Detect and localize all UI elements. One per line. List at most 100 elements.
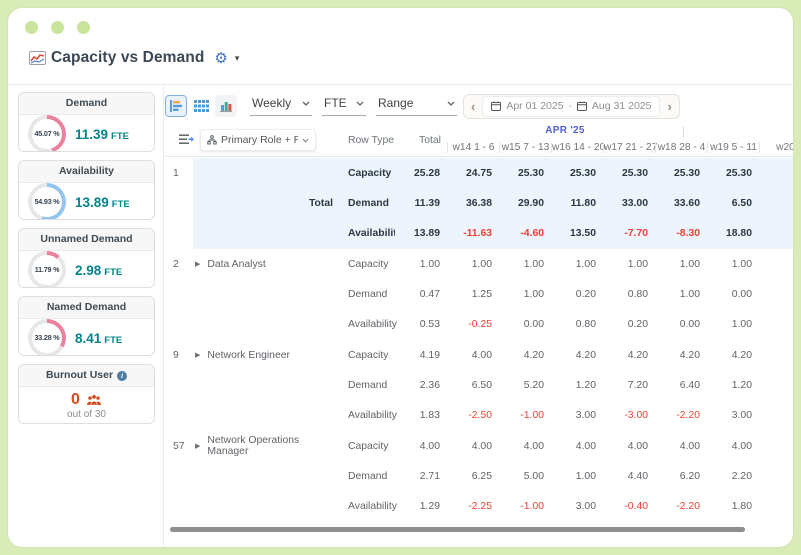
chevron-down-icon: [302, 138, 309, 143]
column-header-total: Total: [419, 135, 441, 146]
window-dot[interactable]: [51, 21, 64, 34]
table-header: Primary Role + Resource... Row Type Tota…: [165, 124, 793, 157]
value-cell: 5.00: [523, 470, 544, 482]
period-select-value: Weekly: [252, 96, 292, 110]
unit-select[interactable]: FTE: [322, 96, 366, 116]
clipped-week-cell: [759, 249, 793, 279]
chevron-down-icon: [447, 101, 455, 106]
grid-view-button[interactable]: [190, 95, 212, 117]
value-cell: -2.20: [676, 501, 700, 513]
kpi-card-title: Unnamed Demand: [19, 229, 154, 251]
group-name-cell: [193, 370, 343, 400]
info-icon[interactable]: i: [117, 370, 128, 381]
kpi-percent: 54.93 %: [34, 197, 60, 206]
row-number: [165, 461, 193, 491]
date-range-start: Apr 01 2025: [506, 100, 564, 112]
expand-arrow-icon[interactable]: ▶: [195, 260, 200, 268]
table-row: Demand 0.47 1.25 1.00 0.20 0.80 1.00 0.00: [165, 279, 793, 309]
clipped-week-cell: [759, 461, 793, 491]
value-cell: 24.75: [447, 158, 499, 189]
group-name-cell: [193, 492, 343, 522]
group-name-cell: ▶ Network Engineer: [193, 340, 343, 370]
table-row: 57 ▶ Network Operations Manager Capacity 4.0…: [165, 431, 793, 461]
prev-period-button[interactable]: ‹: [468, 100, 478, 113]
row-number: [165, 279, 193, 309]
settings-gear-icon[interactable]: ⚙: [214, 51, 227, 66]
value-cell: 0.80: [575, 319, 596, 331]
kpi-sidebar: Demand 45.07 % 11.39 FTE Availability 54.93 %…: [18, 92, 155, 424]
value-cell: 4.20: [627, 349, 648, 361]
value-cell: 1.00: [575, 258, 596, 270]
value-cell: 4.40: [627, 470, 648, 482]
table-group: 2 ▶ Data Analyst Capacity 1.00 1.00 1.00 1.00 1.…: [165, 249, 793, 340]
group-name-cell: Total: [193, 188, 343, 219]
kpi-donut: 33.28 %: [28, 318, 66, 355]
kpi-donut-center: 45.07 %: [32, 118, 62, 149]
value-cell: 2.36: [419, 379, 440, 391]
chevron-down-icon: [356, 101, 364, 106]
value-cell: 6.50: [707, 188, 759, 219]
window-dot[interactable]: [25, 21, 38, 34]
period-select[interactable]: Weekly: [250, 96, 312, 116]
month-separator: [683, 126, 684, 138]
table-row: Demand 2.71 6.25 5.00 1.00 4.40 6.20 2.20: [165, 461, 793, 491]
table-body: 1 Capacity 25.28 24.75 25.30 25.30 25.30 25.30 2…: [165, 158, 793, 522]
value-cell: 5.20: [523, 379, 544, 391]
value-cell: 25.30: [655, 158, 707, 189]
date-range-picker: ‹ Apr 01 2025 - Aug 31 2025 ›: [463, 93, 680, 119]
row-type-cell: Capacity: [348, 349, 389, 361]
window-dot[interactable]: [77, 21, 90, 34]
value-cell: -1.00: [520, 501, 544, 513]
value-cell: -2.25: [468, 501, 492, 513]
value-cell: -2.20: [676, 410, 700, 422]
row-type-cell: Demand: [348, 288, 388, 300]
value-cell: 1.83: [419, 410, 440, 422]
week-column-header: w18 28 - 4: [655, 142, 707, 153]
page-title: Capacity vs Demand: [51, 49, 205, 66]
burnout-card: Burnout User i 0 out of 30: [18, 364, 155, 424]
expand-arrow-icon[interactable]: ▶: [195, 442, 200, 450]
table-row: Availability 13.89 -11.63 -4.60 13.50 -7.70 -8…: [165, 218, 793, 249]
date-range-field[interactable]: Apr 01 2025 - Aug 31 2025: [482, 95, 661, 117]
kpi-card-body: 11.79 % 2.98 FTE: [19, 250, 154, 287]
value-cell: 1.00: [471, 258, 492, 270]
table-row: Total Demand 11.39 36.38 29.90 11.80 33.00 33.6…: [165, 188, 793, 219]
kpi-card-title: Availability: [19, 161, 154, 183]
value-cell: -3.00: [624, 410, 648, 422]
flatten-sort-icon[interactable]: [178, 133, 194, 146]
bar-chart-view-button[interactable]: [215, 95, 237, 117]
group-name-cell: [193, 279, 343, 309]
sidebar-divider: [163, 85, 164, 547]
value-cell: 1.00: [523, 288, 544, 300]
settings-caret-icon[interactable]: ▾: [235, 53, 240, 64]
row-type-cell: Capacity: [348, 258, 389, 270]
value-cell: 0.20: [627, 319, 648, 331]
value-cell: 4.20: [731, 349, 752, 361]
grouping-select[interactable]: Primary Role + Resource...: [200, 129, 316, 151]
expand-arrow-icon[interactable]: ▶: [195, 351, 200, 359]
next-period-button[interactable]: ›: [664, 100, 674, 113]
value-cell: 0.00: [731, 288, 752, 300]
kpi-donut: 54.93 %: [28, 182, 66, 219]
kpi-value: 8.41: [75, 330, 102, 346]
horizontal-scrollbar-thumb[interactable]: [170, 527, 745, 532]
value-cell: 1.00: [679, 258, 700, 270]
kpi-donut: 11.79 %: [28, 250, 66, 287]
clipped-week-cell: [759, 310, 793, 340]
table-group: 1 Capacity 25.28 24.75 25.30 25.30 25.30 25.30 2…: [165, 158, 793, 249]
value-cell: 4.00: [731, 440, 752, 452]
value-cell: 1.20: [575, 379, 596, 391]
range-select[interactable]: Range: [376, 96, 457, 116]
table-row: Availability 1.29 -2.25 -1.00 3.00 -0.40 -2.20…: [165, 492, 793, 522]
value-cell: 1.00: [575, 470, 596, 482]
value-cell: 25.30: [551, 158, 603, 189]
value-cell: 1.29: [419, 501, 440, 513]
value-cell: 25.30: [499, 158, 551, 189]
column-header-row-type: Row Type: [348, 135, 395, 146]
week-column-header: w15 7 - 13: [499, 142, 551, 153]
line-chart-icon: [29, 51, 46, 65]
value-cell: 3.00: [575, 410, 596, 422]
row-number: [165, 310, 193, 340]
burnout-card-title: Burnout User: [45, 369, 114, 381]
timeline-view-button[interactable]: [165, 95, 187, 117]
